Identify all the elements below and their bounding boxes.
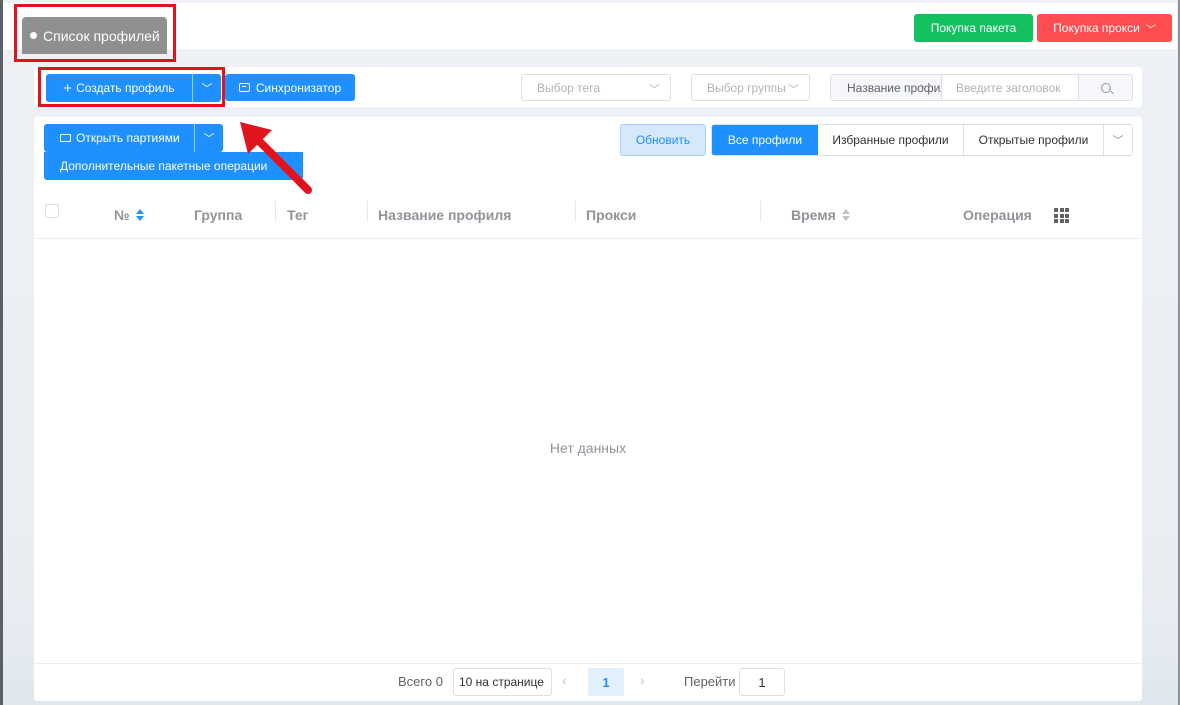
tab-opened-profiles[interactable]: Открытые профили [964,125,1104,155]
tag-select[interactable]: Выбор тега ﹀ [521,74,671,101]
top-bar: Список профилей Покупка пакета Покупка п… [3,3,1177,62]
create-profile-button[interactable]: + Создать профиль [46,74,193,102]
tab-profile-list-label: Список профилей [43,27,160,44]
plus-icon: + [63,79,73,97]
current-page-number[interactable]: 1 [588,668,624,696]
tab-opened-profiles-label: Открытые профили [978,133,1089,147]
column-proxy-label: Прокси [586,207,637,223]
chevron-down-icon: ﹀ [649,84,660,96]
group-select[interactable]: Выбор группы ﹀ [691,74,810,101]
goto-page-input[interactable] [739,668,785,696]
create-profile-split-button: + Создать профиль ﹀ [46,74,221,102]
tab-highlight-box: Список профилей [14,4,176,62]
refresh-label: Обновить [635,133,691,147]
prev-page-icon[interactable]: ‹ [562,672,567,688]
search-input[interactable] [942,75,1078,100]
buy-package-button[interactable]: Покупка пакета [914,14,1033,42]
toolbar: + Создать профиль ﹀ Синхронизатор Выбор … [34,67,1142,107]
tab-all-profiles[interactable]: Все профили [712,125,818,155]
chevron-down-icon: ﹀ [203,133,215,145]
empty-table-message: Нет данных [549,440,627,456]
window-left-edge [0,0,3,705]
page-size-select[interactable]: 10 на странице [453,668,552,696]
column-header-proxy: Прокси [586,191,636,239]
synchronizer-button[interactable]: Синхронизатор [225,74,355,101]
select-all-checkbox[interactable] [45,204,59,218]
next-page-icon[interactable]: › [640,672,645,688]
annotation-arrow-icon [240,122,312,194]
column-settings-grid-icon[interactable] [1054,208,1069,223]
page-size-value: 10 на странице [459,675,544,689]
open-batch-label: Открыть партиями [76,131,180,145]
column-header-time[interactable]: Время [791,191,850,239]
column-divider[interactable] [367,201,368,222]
filter-tabs-dropdown[interactable]: ﹀ [1104,125,1132,155]
tab-favorite-profiles[interactable]: Избранные профили [818,125,964,155]
column-header-number[interactable]: № [114,191,144,239]
tab-all-profiles-label: Все профили [727,133,803,147]
tag-select-placeholder: Выбор тега [537,80,601,95]
buy-proxy-label: Покупка прокси [1053,21,1140,35]
synchronizer-label: Синхронизатор [255,80,342,95]
goto-page-label: Перейти [684,674,736,689]
column-divider[interactable] [275,201,276,222]
column-tag-label: Тег [287,207,309,223]
open-batch-dropdown-button[interactable]: ﹀ [195,130,223,146]
profiles-panel: Открыть партиями ﹀ Дополнительные пакетн… [34,117,1142,701]
sort-icon[interactable] [135,209,144,221]
search-type-select[interactable]: Название профиля ﹀ [831,75,942,100]
table-header: № Группа Тег Название профиля Прокси Вре… [34,191,1142,239]
create-profile-label: Создать профиль [76,81,175,95]
chevron-down-icon: ﹀ [1112,135,1124,147]
search-group: Название профиля ﹀ [830,74,1133,101]
group-select-placeholder: Выбор группы [707,80,786,95]
column-number-label: № [114,207,130,223]
folder-open-icon [60,134,71,142]
chevron-down-icon: ﹀ [920,84,931,96]
pagination-total: Всего 0 [398,674,443,689]
column-profile-name-label: Название профиля [378,207,512,223]
column-operation-label: Операция [963,207,1032,223]
tab-favorite-profiles-label: Избранные профили [832,133,949,147]
tab-dot-icon [30,32,37,39]
search-icon [1100,82,1111,93]
chevron-down-icon: ﹀ [1145,24,1156,36]
sort-icon[interactable] [841,209,850,221]
column-header-profile-name: Название профиля [378,191,511,239]
buy-proxy-button[interactable]: Покупка прокси ﹀ [1037,14,1172,42]
open-batch-split-button: Открыть партиями ﹀ [44,124,223,152]
chevron-down-icon: ﹀ [201,83,213,95]
create-profile-dropdown-button[interactable]: ﹀ [193,80,221,96]
column-group-label: Группа [194,207,243,223]
profile-filter-tabs: Все профили Избранные профили Открытые п… [711,124,1133,156]
create-profile-highlight-box: + Создать профиль ﹀ [38,67,225,107]
column-divider[interactable] [760,201,761,222]
search-button[interactable] [1078,75,1132,100]
column-divider[interactable] [575,201,576,222]
tab-profile-list[interactable]: Список профилей [22,17,167,54]
chevron-down-icon: ﹀ [788,84,799,96]
open-batch-button[interactable]: Открыть партиями [44,124,195,152]
synchronizer-icon [238,83,250,92]
buy-package-label: Покупка пакета [930,21,1017,35]
refresh-button[interactable]: Обновить [620,124,706,156]
pagination: Всего 0 10 на странице ‹ 1 › Перейти [34,663,1142,701]
column-time-label: Время [791,207,836,223]
column-header-operation: Операция [963,191,1032,239]
